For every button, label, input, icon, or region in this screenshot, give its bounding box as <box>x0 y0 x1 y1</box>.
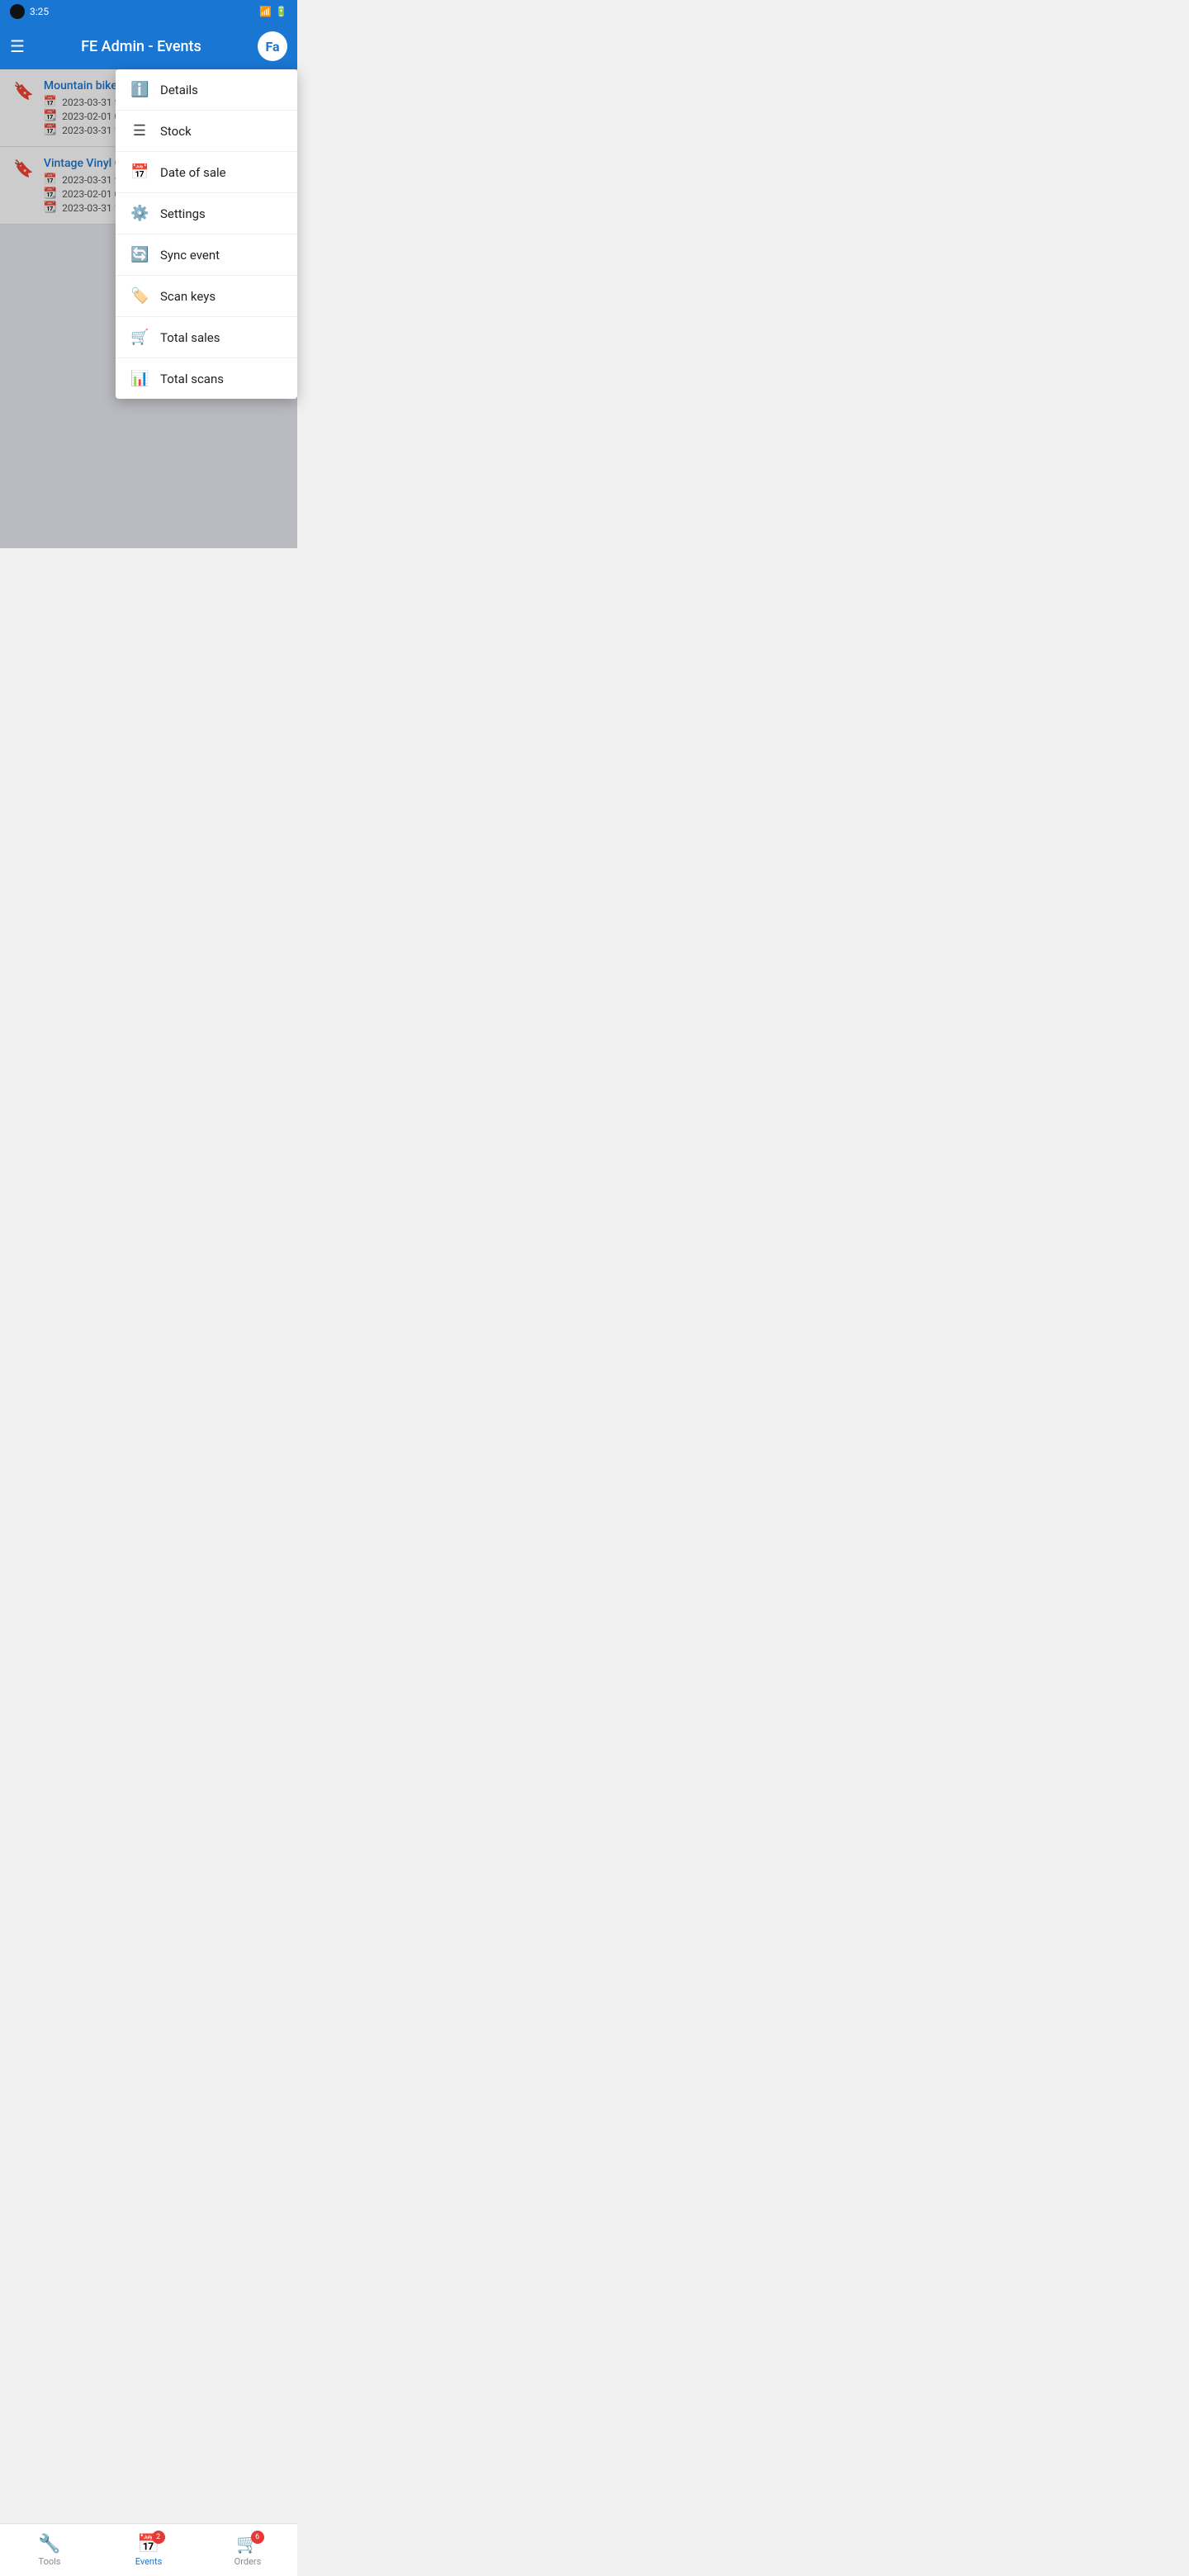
scan-icon: 🏷️ <box>130 287 149 305</box>
info-icon: ℹ️ <box>130 81 149 98</box>
menu-label-total-scans: Total scans <box>160 372 224 386</box>
menu-item-date-of-sale[interactable]: 📅 Date of sale <box>116 152 297 193</box>
menu-item-stock[interactable]: ☰ Stock <box>116 111 297 152</box>
tools-icon: 🔧 <box>38 2534 60 2555</box>
user-avatar[interactable]: Fa <box>258 31 287 61</box>
status-time: 3:25 <box>30 6 49 17</box>
menu-item-details[interactable]: ℹ️ Details <box>116 69 297 111</box>
menu-label-scan-keys: Scan keys <box>160 289 216 304</box>
battery-icon: 🔋 <box>275 6 287 17</box>
menu-label-total-sales: Total sales <box>160 330 220 345</box>
app-bar: ☰ FE Admin - Events Fa <box>0 23 297 69</box>
qr-icon: 📊 <box>130 370 149 387</box>
camera-notch <box>10 4 25 19</box>
wifi-icon: 📶 <box>259 6 272 17</box>
menu-label-details: Details <box>160 83 198 97</box>
orders-icon: 🛒 6 <box>236 2534 258 2555</box>
events-icon: 📅 2 <box>137 2534 159 2555</box>
orders-badge: 6 <box>251 2531 264 2544</box>
context-menu: ℹ️ Details ☰ Stock 📅 Date of sale ⚙️ Set… <box>116 69 297 399</box>
events-badge: 2 <box>152 2531 165 2544</box>
list-icon: ☰ <box>130 122 149 140</box>
menu-item-sync-event[interactable]: 🔄 Sync event <box>116 234 297 276</box>
app-bar-title: FE Admin - Events <box>25 38 258 55</box>
cart-icon: 🛒 <box>130 329 149 346</box>
content-area: 🔖 Mountain bike "Steep hill" 2... 📅 2023… <box>0 69 297 548</box>
calendar-date-icon: 📅 <box>130 163 149 181</box>
menu-label-settings: Settings <box>160 206 206 221</box>
nav-item-events[interactable]: 📅 2 Events <box>99 2527 198 2574</box>
menu-item-total-scans[interactable]: 📊 Total scans <box>116 358 297 399</box>
menu-item-scan-keys[interactable]: 🏷️ Scan keys <box>116 276 297 317</box>
menu-label-stock: Stock <box>160 124 192 139</box>
menu-item-total-sales[interactable]: 🛒 Total sales <box>116 317 297 358</box>
nav-label-tools: Tools <box>39 2556 61 2567</box>
bottom-nav: 🔧 Tools 📅 2 Events 🛒 6 Orders <box>0 2523 297 2576</box>
menu-button[interactable]: ☰ <box>10 36 25 56</box>
gear-icon: ⚙️ <box>130 205 149 222</box>
menu-label-date-of-sale: Date of sale <box>160 165 226 180</box>
menu-label-sync-event: Sync event <box>160 248 220 263</box>
nav-item-orders[interactable]: 🛒 6 Orders <box>198 2527 297 2574</box>
status-icons: 📶 🔋 <box>259 6 287 17</box>
nav-item-tools[interactable]: 🔧 Tools <box>0 2527 99 2574</box>
sync-icon: 🔄 <box>130 246 149 263</box>
status-bar: 3:25 📶 🔋 <box>0 0 297 23</box>
nav-label-orders: Orders <box>234 2556 262 2567</box>
menu-item-settings[interactable]: ⚙️ Settings <box>116 193 297 234</box>
nav-label-events: Events <box>135 2556 163 2567</box>
